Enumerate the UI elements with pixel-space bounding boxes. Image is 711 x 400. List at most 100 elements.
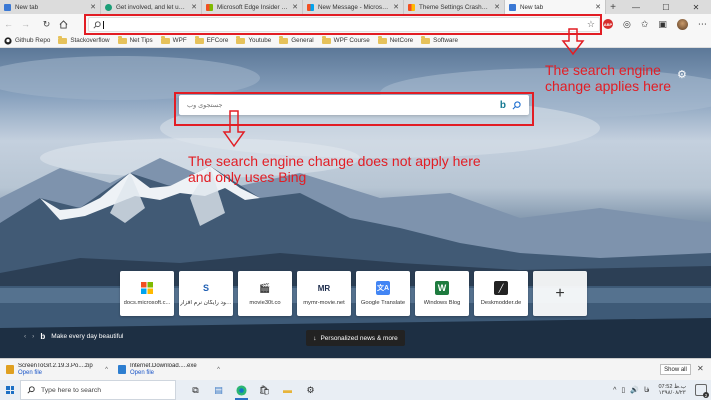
download-item[interactable]: Internet.Download.....exe Open file ^ xyxy=(118,363,220,376)
close-window-icon[interactable]: ✕ xyxy=(681,0,711,14)
file-explorer-icon[interactable]: ▬ xyxy=(276,380,299,400)
favorite-label: NetCore xyxy=(389,37,414,44)
start-button[interactable] xyxy=(0,380,20,400)
chevron-left-icon[interactable]: ‹ xyxy=(24,333,26,340)
tile-windows-blog[interactable]: W Windows Blog xyxy=(415,271,469,316)
background-caption[interactable]: Make every day beautiful xyxy=(51,333,123,340)
profile-avatar[interactable] xyxy=(676,18,688,30)
notepad-icon[interactable]: ▤ xyxy=(207,380,230,400)
favorite-folder-net-tips[interactable]: Net Tips xyxy=(117,36,153,44)
forward-button[interactable]: → xyxy=(17,14,34,34)
personalized-news-button[interactable]: ↓ Personalized news & more xyxy=(306,330,405,346)
mr-icon: MR xyxy=(317,283,331,293)
tab-get-involved[interactable]: Get involved, and let us know ✕ xyxy=(101,0,202,14)
arrow-left-icon: ← xyxy=(4,19,13,29)
volume-icon[interactable]: 🔊 xyxy=(630,386,639,394)
favorite-folder-youtube[interactable]: Youtube xyxy=(236,36,271,44)
tab-theme-settings[interactable]: Theme Settings Crashes - Mi ✕ xyxy=(404,0,505,14)
refresh-button[interactable]: ↻ xyxy=(38,14,55,34)
taskbar-search-box[interactable]: Type here to search xyxy=(20,380,176,400)
close-icon[interactable]: ✕ xyxy=(292,3,298,11)
language-indicator[interactable]: فا xyxy=(644,386,649,394)
tab-new-tab-1[interactable]: New tab ✕ xyxy=(0,0,101,14)
tile-mymr-movie[interactable]: MR mymr-movie.net xyxy=(297,271,351,316)
close-icon[interactable]: ✕ xyxy=(191,3,197,11)
annotation-line: The search engine xyxy=(545,62,661,78)
deskmodder-icon: ╱ xyxy=(494,281,508,295)
add-tile-button[interactable]: + xyxy=(533,271,587,316)
download-name: Internet.Download.....exe xyxy=(130,363,197,369)
chevron-right-icon[interactable]: › xyxy=(32,333,34,340)
search-icon xyxy=(27,386,35,394)
favorites-icon[interactable]: ✩ xyxy=(641,19,649,30)
favorite-folder-netcore[interactable]: NetCore xyxy=(377,36,414,44)
chevron-up-icon[interactable]: ^ xyxy=(105,367,108,373)
tab-favicon-icon xyxy=(408,3,415,11)
notification-count: 2 xyxy=(703,392,709,398)
settings-gear-icon[interactable]: ⚙ xyxy=(677,68,687,81)
notification-center-icon[interactable]: 2 xyxy=(695,384,709,398)
collections-icon[interactable]: ▣ xyxy=(658,19,667,30)
annotation-text-top: The search engine change applies here xyxy=(545,62,671,94)
tile-movie30t[interactable]: 🎬 movie30t.co xyxy=(238,271,292,316)
chevron-up-icon[interactable]: ^ xyxy=(613,387,616,394)
favorite-github-repo[interactable]: Github Repo xyxy=(4,36,50,45)
tile-label: دانلود رایگان نرم افزار xyxy=(180,300,232,306)
more-menu-icon[interactable]: ⋯ xyxy=(698,19,707,30)
annotation-arrow-top xyxy=(561,28,585,56)
new-tab-button[interactable]: + xyxy=(606,0,620,14)
favorite-folder-software[interactable]: Software xyxy=(421,36,458,44)
close-icon[interactable]: ✕ xyxy=(90,3,96,11)
settings-icon[interactable]: ⚙ xyxy=(299,380,322,400)
back-button[interactable]: ← xyxy=(0,14,17,34)
download-name: ScreenToGif.2.19.3.Po....zip xyxy=(18,363,93,369)
system-tray: ^ ▯ 🔊 فا 07:52 ب.ظ ۱۳۹۸/۰۸/۲۳ 2 xyxy=(613,380,711,400)
tile-docs-microsoft[interactable]: docs.microsoft.c... xyxy=(120,271,174,316)
open-file-link[interactable]: Open file xyxy=(130,370,197,376)
tab-label: New tab xyxy=(15,3,39,11)
favorite-folder-wpf-course[interactable]: WPF Course xyxy=(321,36,370,44)
taskbar-search-placeholder: Type here to search xyxy=(41,386,102,394)
maximize-icon[interactable]: ☐ xyxy=(651,0,681,14)
background-info: ‹ › b Make every day beautiful xyxy=(24,332,124,341)
home-icon xyxy=(59,19,68,29)
task-view-icon[interactable]: ⧉ xyxy=(184,380,207,400)
tab-new-tab-active[interactable]: New tab ✕ xyxy=(505,0,606,14)
close-icon[interactable]: ✕ xyxy=(393,3,399,11)
tab-edge-insider[interactable]: Microsoft Edge Insider - Mic ✕ xyxy=(202,0,303,14)
windows-taskbar: Type here to search ⧉ ▤ 🛍 ▬ ⚙ ^ ▯ 🔊 فا 0… xyxy=(0,380,711,400)
quick-links: docs.microsoft.c... S دانلود رایگان نرم … xyxy=(120,271,587,316)
close-icon[interactable]: ✕ xyxy=(494,3,500,11)
home-button[interactable] xyxy=(55,14,72,34)
chevron-up-icon[interactable]: ^ xyxy=(217,367,220,373)
adblock-extension-icon[interactable]: ABP xyxy=(603,19,613,29)
movie-icon: 🎬 xyxy=(259,282,271,293)
folder-icon xyxy=(279,36,289,44)
favorite-label: WPF Course xyxy=(333,37,370,44)
network-icon[interactable]: ▯ xyxy=(621,386,625,394)
tile-deskmodder[interactable]: ╱ Deskmodder.de xyxy=(474,271,528,316)
tab-new-message[interactable]: New Message - Microsoft Tec ✕ xyxy=(303,0,404,14)
tile-free-software[interactable]: S دانلود رایگان نرم افزار xyxy=(179,271,233,316)
extension-shield-icon[interactable]: ◎ xyxy=(623,19,631,30)
close-icon[interactable]: ✕ xyxy=(595,3,601,11)
favorite-folder-general[interactable]: General xyxy=(279,36,314,44)
favorite-label: EFCore xyxy=(206,37,229,44)
download-item[interactable]: ScreenToGif.2.19.3.Po....zip Open file ^ xyxy=(6,363,108,376)
tab-label: New Message - Microsoft Tec xyxy=(318,3,390,11)
tab-label: New tab xyxy=(520,3,544,11)
store-icon[interactable]: 🛍 xyxy=(253,380,276,400)
folder-icon xyxy=(194,36,204,44)
folder-icon xyxy=(421,36,431,44)
favorite-folder-efcore[interactable]: EFCore xyxy=(194,36,229,44)
edge-dev-icon[interactable] xyxy=(230,380,253,400)
close-icon[interactable]: ✕ xyxy=(697,364,704,373)
tile-google-translate[interactable]: 文A Google Translate xyxy=(356,271,410,316)
favorite-label: General xyxy=(291,37,314,44)
minimize-icon[interactable]: — xyxy=(621,0,651,14)
show-all-downloads-button[interactable]: Show all xyxy=(660,364,691,375)
favorite-folder-wpf[interactable]: WPF xyxy=(160,36,187,44)
favorite-folder-stackoverflow[interactable]: Stackoverflow xyxy=(58,36,110,44)
open-file-link[interactable]: Open file xyxy=(18,370,93,376)
clock[interactable]: 07:52 ب.ظ ۱۳۹۸/۰۸/۲۳ xyxy=(658,384,686,397)
